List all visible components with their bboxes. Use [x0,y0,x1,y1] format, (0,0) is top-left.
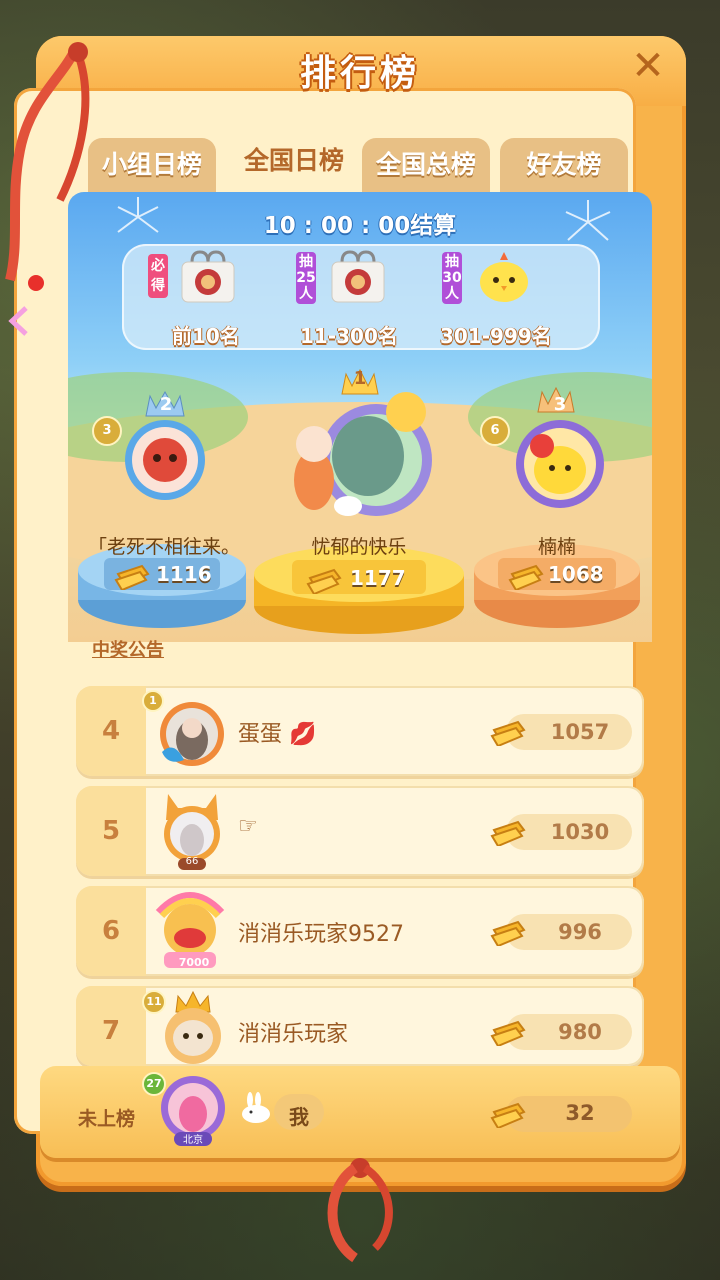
my-city-label: 北京 [183,1135,203,1146]
podium-first-name: 忧郁的快乐 [311,536,407,558]
lips-icon: 💋 [289,722,317,747]
podium-third-place-number: 3 [553,394,567,415]
gold-bar-icon [490,920,526,946]
player-name: 消消乐玩家9527 [238,922,404,947]
gift-bag-icon [331,250,385,303]
tab-friends[interactable]: 好友榜 [500,138,628,192]
avatar [160,702,224,766]
rank-number: 4 [101,716,121,746]
rank-row[interactable]: 7 11 消消乐玩家 980 [76,986,644,1066]
podium-third-name: 楠楠 [537,536,576,558]
chick-icon [480,252,528,302]
rank-number: 5 [101,816,121,846]
settlement-timer: 10 : 00 : 00结算 [263,213,457,239]
rabbit-icon [242,1092,270,1123]
podium-third-score: 1068 [548,562,604,586]
my-rank-status: 未上榜 [78,1108,136,1130]
reward-tag-draw-30: 抽30人 [442,252,462,304]
player-name: 蛋蛋 💋 [238,722,317,747]
page-title: 排行榜 [299,53,420,94]
player-name: ☞ [238,814,258,839]
close-icon: ✕ [631,43,665,89]
level-badge: 1 [142,690,164,712]
my-name: 我 [289,1105,309,1129]
podium-second-score: 1116 [156,562,212,586]
rank-number: 6 [101,916,121,946]
reward-range-top10: 前10名 [172,324,240,348]
tab-bar: 小组日榜 全国日榜 全国总榜 好友榜 [88,134,636,194]
gold-bar-icon [306,568,342,594]
player-name: 消消乐玩家 [238,1022,349,1047]
winner-announcement-link[interactable]: 中奖公告 [92,636,164,662]
reward-tag-draw-25: 抽25人 [296,252,316,304]
rank-row[interactable]: 5 66 ☞ 1030 [76,786,644,876]
reward-range-11-300: 11-300名 [300,324,398,348]
podium-second-name: 「老死不相往来。 [87,536,240,558]
level-badge: 11 [142,990,166,1014]
podium-second-level-badge: 3 [92,416,122,446]
level-badge: 66 [185,856,199,867]
gold-bar-icon [490,1102,526,1128]
player-score: 1057 [550,720,610,744]
rank-row[interactable]: 6 7000 消消乐玩家9527 996 [76,886,644,976]
my-score: 32 [565,1101,595,1125]
gold-bar-icon [490,820,526,846]
reward-range-301-999: 301-999名 [440,324,552,348]
podium-second-place-number: 2 [159,394,173,415]
arrow-left-icon[interactable] [6,304,32,338]
tab-national-daily[interactable]: 全国日榜 [230,134,358,194]
tab-national-total[interactable]: 全国总榜 [362,138,490,192]
ribbon-bottom-decoration [327,1158,393,1263]
podium-first-place-number: 1 [353,368,367,389]
avatar-frame-label: 7000 [178,956,210,969]
player-score: 980 [558,1020,602,1044]
player-score: 996 [558,920,602,944]
podium-first-score: 1177 [350,566,406,590]
reward-tag-guaranteed: 必得 [148,254,168,298]
player-score: 1030 [550,820,610,844]
podium-third-level-badge: 6 [480,416,510,446]
my-level-badge: 27 [142,1072,166,1096]
gold-bar-icon [508,564,544,590]
gift-bag-icon [181,250,235,303]
gold-bar-icon [490,720,526,746]
rank-number: 7 [101,1016,121,1046]
gold-bar-icon [490,1020,526,1046]
close-button[interactable]: ✕ [626,44,670,88]
tab-group-daily[interactable]: 小组日榜 [88,138,216,192]
gold-bar-icon [114,564,150,590]
rank-row[interactable]: 4 1 蛋蛋 💋 1057 [76,686,644,776]
